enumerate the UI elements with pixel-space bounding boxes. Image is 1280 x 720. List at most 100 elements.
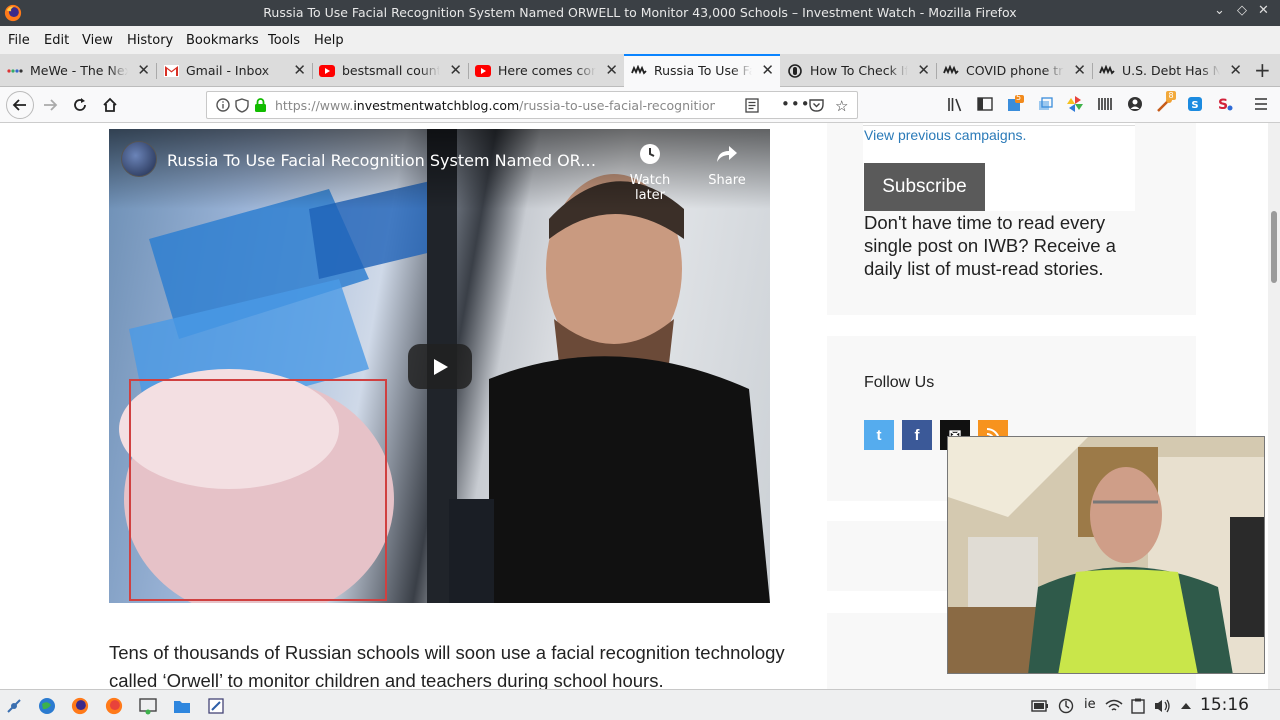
tab-bestsmall[interactable]: bestsmall country ✕	[312, 56, 468, 86]
new-tab-plus-icon[interactable]: +	[1254, 58, 1271, 82]
tab-how-to-check[interactable]: How To Check If Y ✕	[780, 56, 936, 86]
tab-strip: MeWe - The Next ✕ Gmail - Inbox ✕ bestsm…	[0, 54, 1280, 87]
battery-icon[interactable]	[1030, 696, 1050, 716]
menu-history[interactable]: History	[127, 33, 173, 48]
library-icon[interactable]	[946, 95, 964, 113]
close-tab-icon[interactable]: ✕	[917, 61, 930, 79]
tab-covid[interactable]: COVID phone tra ✕	[936, 56, 1092, 86]
secure-lock-icon[interactable]	[254, 98, 267, 116]
watch-later-button[interactable]: Watch later	[615, 143, 685, 203]
url-text[interactable]: https://www.investmentwatchblog.com/russ…	[275, 98, 715, 113]
play-triangle-icon	[434, 358, 448, 375]
iwb-bull-icon	[1099, 64, 1115, 78]
back-arrow-icon[interactable]	[6, 91, 34, 119]
tab-label: Here comes cont	[498, 63, 596, 78]
url-bar[interactable]: https://www.investmentwatchblog.com/russ…	[206, 91, 858, 119]
text-editor-icon[interactable]	[206, 696, 226, 716]
close-window-icon[interactable]: ✕	[1258, 3, 1269, 18]
start-menu-icon[interactable]	[4, 696, 24, 716]
menu-view[interactable]: View	[82, 33, 113, 48]
share-label: Share	[708, 173, 746, 188]
video-title[interactable]: Russia To Use Facial Recognition System …	[167, 151, 607, 170]
iwb-bull-icon	[943, 64, 959, 78]
scrollbar-thumb[interactable]	[1271, 211, 1277, 283]
youtube-video-embed[interactable]: Russia To Use Facial Recognition System …	[109, 129, 770, 603]
close-tab-icon[interactable]: ✕	[1229, 61, 1242, 79]
webcam-overlay	[947, 436, 1265, 674]
minimize-chevron-icon[interactable]: ⌄	[1214, 3, 1225, 18]
navigation-toolbar: https://www.investmentwatchblog.com/russ…	[0, 87, 1280, 123]
menu-edit[interactable]: Edit	[44, 33, 69, 48]
extension-pinwheel-icon[interactable]	[1066, 95, 1084, 113]
sidebar-toggle-icon[interactable]	[976, 95, 994, 113]
subscribe-description: Don't have time to read every single pos…	[864, 212, 1116, 279]
twitter-icon[interactable]: t	[864, 420, 894, 450]
bookmark-star-icon[interactable]: ☆	[835, 97, 848, 115]
previous-campaigns-link[interactable]: View previous campaigns.	[864, 127, 1026, 143]
extension-badge: 5	[1016, 93, 1022, 102]
tab-russia-active[interactable]: Russia To Use Fac ✕	[624, 54, 780, 87]
extension-barcode-icon[interactable]	[1096, 95, 1114, 113]
reader-view-icon[interactable]	[745, 98, 759, 116]
share-button[interactable]: Share	[692, 143, 762, 188]
page-scrollbar[interactable]	[1268, 123, 1280, 689]
info-circle-icon[interactable]	[216, 98, 230, 115]
extension-layers-icon[interactable]	[1036, 95, 1054, 113]
extension-box-icon[interactable]: 5	[1006, 93, 1024, 113]
account-icon[interactable]	[1126, 95, 1144, 113]
system-clock[interactable]: 15:16	[1200, 695, 1249, 715]
forward-arrow-icon[interactable]	[38, 93, 62, 117]
extension-s-icon[interactable]: S	[1216, 95, 1234, 113]
firefox-taskbar-icon[interactable]	[70, 696, 90, 716]
close-tab-icon[interactable]: ✕	[1073, 61, 1086, 79]
close-tab-icon[interactable]: ✕	[137, 61, 150, 79]
menu-file[interactable]: File	[8, 33, 30, 48]
skype-icon[interactable]: S	[1186, 95, 1204, 113]
tab-here-comes[interactable]: Here comes cont ✕	[468, 56, 624, 86]
keyboard-language-indicator[interactable]: ie	[1084, 697, 1096, 712]
window-titlebar: Russia To Use Facial Recognition System …	[0, 0, 1280, 26]
home-icon[interactable]	[98, 93, 122, 117]
menu-bookmarks[interactable]: Bookmarks	[186, 33, 259, 48]
play-button[interactable]	[408, 344, 472, 389]
close-tab-icon[interactable]: ✕	[605, 61, 618, 79]
gmail-icon	[163, 64, 179, 78]
tray-expand-arrow-icon[interactable]	[1176, 696, 1196, 716]
page-actions-more-icon[interactable]: •••	[781, 95, 811, 113]
menu-tools[interactable]: Tools	[268, 33, 300, 48]
restore-diamond-icon[interactable]: ◇	[1237, 3, 1247, 18]
tracking-shield-icon[interactable]	[235, 98, 249, 116]
system-taskbar: ie 15:16	[0, 689, 1280, 720]
channel-avatar[interactable]	[121, 141, 157, 177]
volume-icon[interactable]	[1152, 696, 1172, 716]
iwb-bull-icon	[631, 64, 647, 78]
extension-tools-icon[interactable]: 8	[1156, 91, 1176, 113]
tab-us-debt[interactable]: U.S. Debt Has No ✕	[1092, 56, 1248, 86]
watch-later-label: Watch later	[629, 173, 671, 203]
close-tab-icon[interactable]: ✕	[761, 61, 774, 79]
tab-label: Russia To Use Fac	[654, 63, 752, 78]
tab-gmail[interactable]: Gmail - Inbox ✕	[156, 56, 312, 86]
facebook-icon[interactable]: f	[902, 420, 932, 450]
menu-bar: File Edit View History Bookmarks Tools H…	[0, 26, 1280, 54]
file-manager-folder-icon[interactable]	[172, 696, 192, 716]
reload-icon[interactable]	[68, 93, 92, 117]
youtube-icon	[319, 64, 335, 78]
tab-label: U.S. Debt Has No	[1122, 63, 1220, 78]
menu-help[interactable]: Help	[314, 33, 344, 48]
article-paragraph: Tens of thousands of Russian schools wil…	[109, 642, 785, 689]
firefox-taskbar-icon[interactable]	[104, 696, 124, 716]
globe-shield-icon	[787, 64, 803, 78]
hamburger-menu-icon[interactable]	[1252, 95, 1270, 113]
subscribe-button[interactable]: Subscribe	[864, 163, 985, 211]
power-management-icon[interactable]	[1056, 696, 1076, 716]
wifi-icon[interactable]	[1104, 696, 1124, 716]
close-tab-icon[interactable]: ✕	[449, 61, 462, 79]
follow-us-title: Follow Us	[864, 374, 935, 391]
screen-capture-icon[interactable]	[138, 696, 158, 716]
tab-mewe[interactable]: MeWe - The Next ✕	[0, 56, 156, 86]
close-tab-icon[interactable]: ✕	[293, 61, 306, 79]
clipboard-icon[interactable]	[1128, 696, 1148, 716]
browser-globe-icon[interactable]	[37, 696, 57, 716]
pocket-icon[interactable]	[809, 98, 824, 115]
